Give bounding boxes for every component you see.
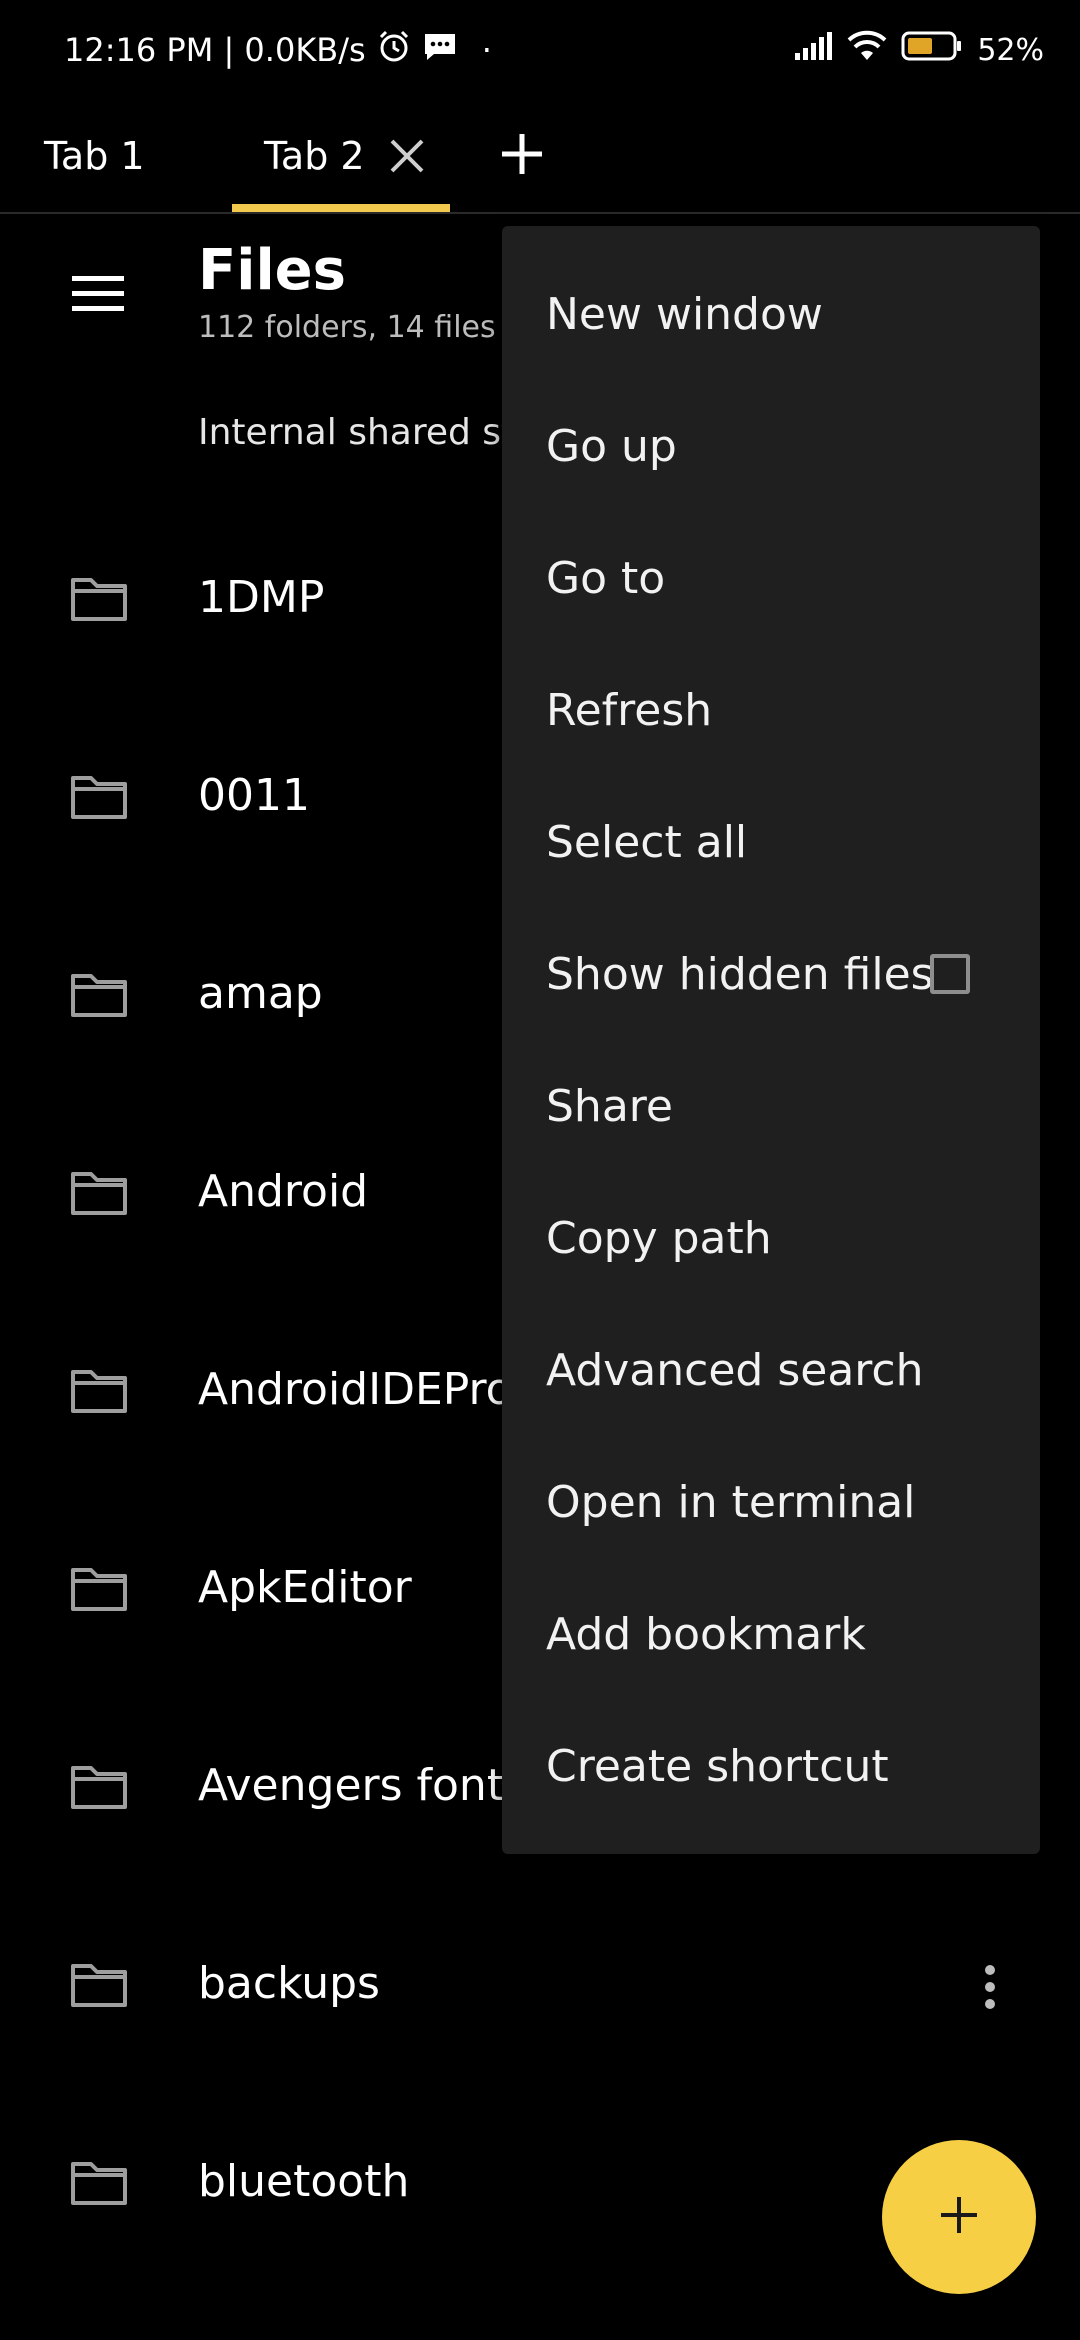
wifi-icon: [847, 30, 887, 70]
menu-item-go-up[interactable]: Go up: [546, 406, 677, 486]
message-icon: [422, 28, 458, 72]
menu-item-new-window[interactable]: New window: [546, 274, 823, 354]
menu-item-create-shortcut[interactable]: Create shortcut: [546, 1726, 889, 1806]
tab-1[interactable]: Tab 1: [44, 100, 145, 212]
tab-2[interactable]: Tab 2: [232, 100, 450, 212]
signal-icon: [793, 31, 833, 69]
add-icon: [937, 2193, 981, 2241]
hamburger-icon[interactable]: [72, 274, 124, 314]
menu-item-refresh[interactable]: Refresh: [546, 670, 712, 750]
folder-icon: [70, 576, 128, 622]
tab-1-label: Tab 1: [44, 134, 145, 178]
file-name: 1DMP: [198, 572, 325, 623]
menu-item-go-to[interactable]: Go to: [546, 538, 665, 618]
menu-item-share[interactable]: Share: [546, 1066, 673, 1146]
tab-bar: Tab 1 Tab 2: [0, 100, 1080, 214]
active-tab-indicator: [232, 204, 450, 212]
folder-icon: [70, 1764, 128, 1810]
menu-item-copy-path[interactable]: Copy path: [546, 1198, 772, 1278]
status-left: 12:16 PM | 0.0KB/s ·: [64, 28, 492, 72]
add-tab-button[interactable]: [492, 126, 552, 186]
file-name: amap: [198, 968, 323, 1019]
status-bar: 12:16 PM | 0.0KB/s · 52%: [0, 0, 1080, 100]
status-dot: ·: [481, 31, 492, 69]
folder-icon: [70, 972, 128, 1018]
menu-item-open-in-terminal[interactable]: Open in terminal: [546, 1462, 915, 1542]
folder-icon: [70, 1170, 128, 1216]
overflow-menu: New window Go up Go to Refresh Select al…: [502, 226, 1040, 1854]
folder-icon: [70, 1566, 128, 1612]
menu-item-advanced-search[interactable]: Advanced search: [546, 1330, 923, 1410]
show-hidden-files-checkbox[interactable]: [930, 954, 970, 994]
breadcrumb[interactable]: Internal shared storage: [198, 412, 508, 453]
menu-item-add-bookmark[interactable]: Add bookmark: [546, 1594, 866, 1674]
file-name: ApkEditor: [198, 1562, 412, 1613]
folder-icon: [70, 774, 128, 820]
file-name: Android: [198, 1166, 369, 1217]
close-icon[interactable]: [387, 136, 427, 176]
file-name: 0011: [198, 770, 310, 821]
status-time-speed: 12:16 PM | 0.0KB/s: [64, 31, 366, 69]
more-vert-icon[interactable]: [980, 1964, 1000, 2010]
menu-item-show-hidden-files[interactable]: Show hidden files: [546, 934, 934, 1014]
page-subtitle: 112 folders, 14 files: [198, 310, 496, 345]
page-title: Files: [198, 238, 346, 303]
file-name: bluetooth: [198, 2156, 410, 2207]
battery-percent: 52%: [977, 32, 1044, 68]
list-item[interactable]: backups: [0, 1886, 1080, 2084]
file-name: Avengers font: [198, 1760, 505, 1811]
folder-icon: [70, 1962, 128, 2008]
add-fab-button[interactable]: [882, 2140, 1036, 2294]
alarm-icon: [376, 28, 412, 72]
folder-icon: [70, 1368, 128, 1414]
add-icon: [500, 132, 544, 180]
battery-icon: [901, 30, 963, 70]
menu-item-select-all[interactable]: Select all: [546, 802, 747, 882]
file-name: backups: [198, 1958, 380, 2009]
folder-icon: [70, 2160, 128, 2206]
status-right: 52%: [793, 28, 1044, 72]
tab-2-label: Tab 2: [264, 134, 365, 178]
